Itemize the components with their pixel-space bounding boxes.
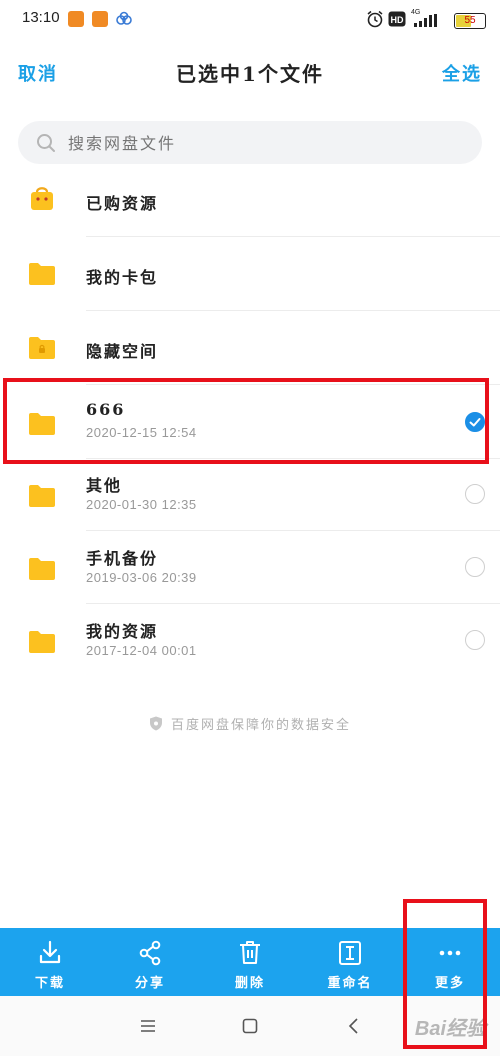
- row-divider: [86, 236, 500, 237]
- menu-icon[interactable]: [136, 1014, 160, 1038]
- folder-icon: [29, 485, 55, 507]
- file-row[interactable]: 我的卡包: [0, 238, 500, 311]
- share-button[interactable]: 分享: [100, 928, 200, 996]
- folder-icon: [29, 558, 55, 580]
- delete-button[interactable]: 删除: [200, 928, 300, 996]
- file-row[interactable]: 其他 2020-01-30 12:35: [0, 458, 500, 531]
- security-note-text: 百度网盘保障你的数据安全: [170, 718, 351, 733]
- share-icon: [139, 940, 161, 966]
- more-button-highlight: [403, 899, 487, 1049]
- search-bar[interactable]: [18, 121, 482, 166]
- security-note: 百度网盘保障你的数据安全: [0, 714, 500, 733]
- file-date: 2019-03-06 20:39: [86, 570, 197, 585]
- share-label: 分享: [134, 976, 165, 991]
- download-label: 下载: [34, 976, 65, 991]
- cloud-app-icon: [116, 11, 132, 25]
- shield-icon: [149, 716, 162, 731]
- app-notification-icon: [92, 11, 108, 27]
- back-icon[interactable]: [342, 1014, 366, 1038]
- selection-header: 取消 已选中1个文件 全选: [0, 46, 500, 98]
- app-notification-icon: [68, 11, 84, 27]
- select-all-button[interactable]: 全选: [442, 60, 482, 86]
- checkbox[interactable]: [465, 630, 485, 650]
- file-row[interactable]: 已购资源: [0, 164, 500, 237]
- file-row[interactable]: 手机备份 2019-03-06 20:39: [0, 531, 500, 604]
- download-icon: [39, 940, 61, 964]
- status-bar: 13:10 HD 4G 55: [0, 0, 500, 40]
- checkbox[interactable]: [465, 557, 485, 577]
- file-name: 隐藏空间: [86, 342, 159, 361]
- row-divider: [86, 310, 500, 311]
- file-date: 2017-12-04 00:01: [86, 643, 197, 658]
- page-title: 已选中1个文件: [176, 62, 324, 86]
- search-icon: [37, 134, 55, 152]
- file-name: 其他: [86, 476, 123, 495]
- folder-icon: [29, 263, 55, 285]
- file-name: 我的卡包: [86, 268, 159, 287]
- trash-icon: [240, 941, 260, 964]
- home-icon[interactable]: [238, 1014, 262, 1038]
- rename-icon: [339, 941, 361, 965]
- hd-icon: HD: [388, 11, 406, 27]
- checkbox[interactable]: [465, 484, 485, 504]
- rename-label: 重命名: [327, 976, 373, 991]
- file-name: 已购资源: [86, 194, 159, 213]
- file-name: 手机备份: [86, 549, 159, 568]
- file-row[interactable]: 我的资源 2017-12-04 00:01: [0, 604, 500, 677]
- file-row[interactable]: 隐藏空间: [0, 312, 500, 385]
- battery-icon: 55: [454, 13, 486, 29]
- status-time: 13:10: [22, 9, 60, 26]
- shopping-bag-icon: [31, 187, 53, 210]
- selected-row-highlight: [3, 378, 489, 464]
- delete-label: 删除: [234, 976, 265, 991]
- file-name: 我的资源: [86, 622, 159, 641]
- locked-folder-icon: [29, 337, 55, 359]
- signal-icon: [414, 14, 437, 27]
- alarm-icon: [367, 10, 383, 28]
- download-button[interactable]: 下载: [0, 928, 100, 996]
- folder-icon: [29, 631, 55, 653]
- search-input[interactable]: [66, 121, 450, 166]
- battery-percent: 55: [464, 15, 476, 26]
- svg-text:HD: HD: [391, 15, 404, 25]
- rename-button[interactable]: 重命名: [300, 928, 400, 996]
- file-date: 2020-01-30 12:35: [86, 497, 197, 512]
